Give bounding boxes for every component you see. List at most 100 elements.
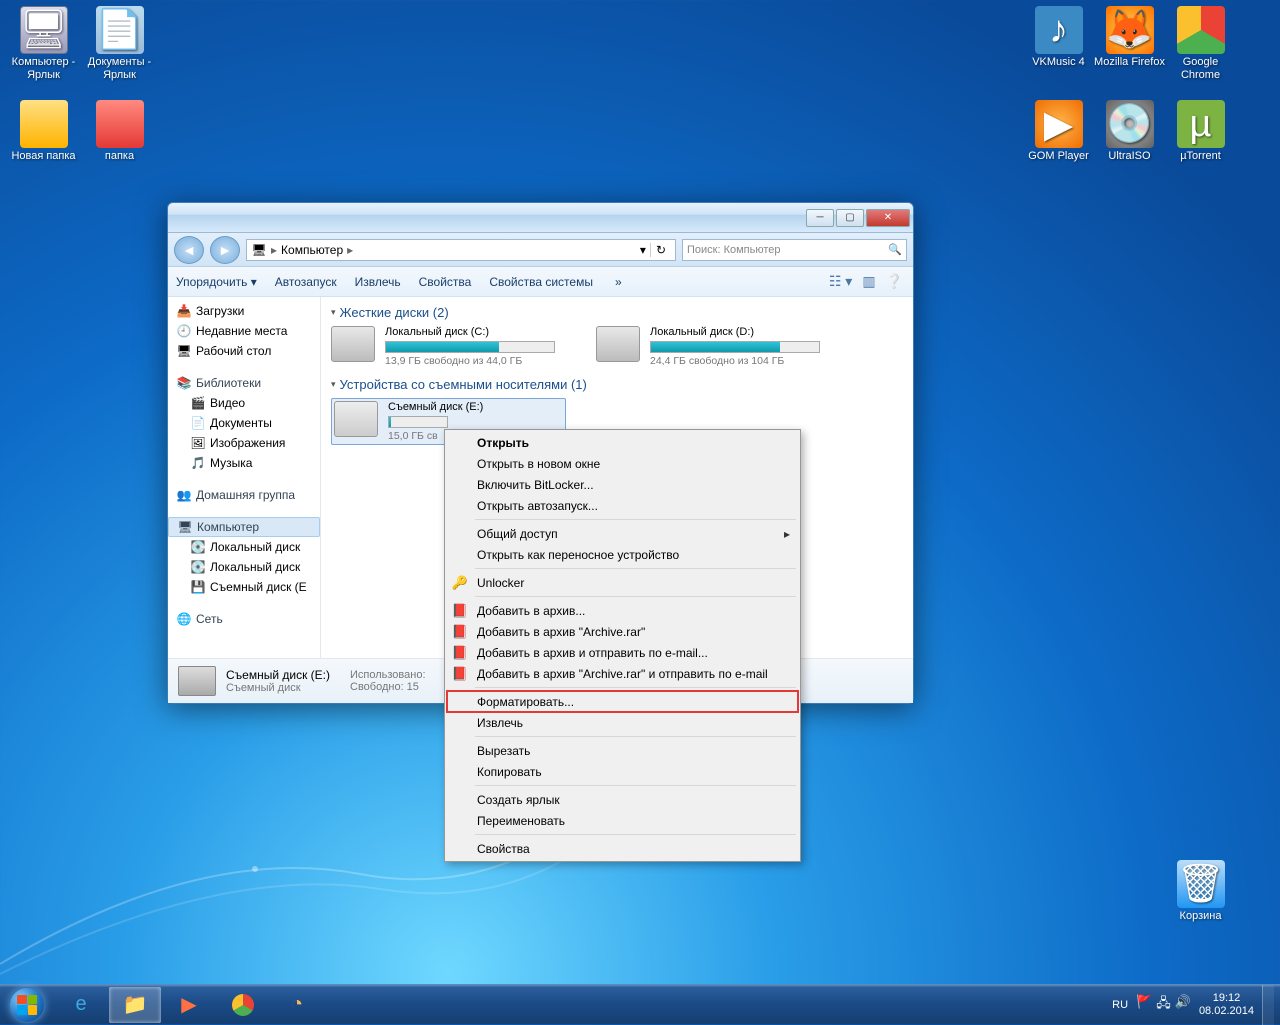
- sidebar-item-drive-c[interactable]: 💽Локальный диск: [168, 537, 320, 557]
- sidebar-item-downloads[interactable]: 📥Загрузки: [168, 301, 320, 321]
- context-item-icon: 📕: [451, 665, 469, 683]
- hdd-icon: [331, 326, 375, 362]
- maximize-button[interactable]: ▢: [836, 209, 864, 227]
- removable-icon: [178, 666, 216, 696]
- taskbar-media[interactable]: ▶: [163, 987, 215, 1023]
- context-item[interactable]: Общий доступ▸: [447, 523, 798, 544]
- start-button[interactable]: [0, 985, 54, 1025]
- group-removable[interactable]: Устройства со съемными носителями (1): [331, 377, 903, 392]
- sidebar-item-drive-d[interactable]: 💽Локальный диск: [168, 557, 320, 577]
- show-desktop-button[interactable]: [1262, 985, 1274, 1025]
- properties-button[interactable]: Свойства: [419, 275, 472, 289]
- utorrent-icon: µ: [1177, 100, 1225, 148]
- gom-icon: ▶: [1035, 100, 1083, 148]
- back-button[interactable]: ◄: [174, 236, 204, 264]
- context-item[interactable]: Копировать: [447, 761, 798, 782]
- close-button[interactable]: ✕: [866, 209, 910, 227]
- sidebar-libraries[interactable]: 📚Библиотеки: [168, 373, 320, 393]
- help-button[interactable]: ❔: [886, 273, 903, 290]
- dropdown-icon[interactable]: ▾: [640, 243, 646, 257]
- context-item[interactable]: Переименовать: [447, 810, 798, 831]
- context-item[interactable]: 🔑Unlocker: [447, 572, 798, 593]
- tray-clock[interactable]: 19:1208.02.2014: [1199, 992, 1254, 1018]
- usb-icon: 💾: [190, 579, 206, 595]
- tray-network-icon[interactable]: 🖧: [1156, 994, 1171, 1016]
- drive-c[interactable]: Локальный диск (C:)13,9 ГБ свободно из 4…: [331, 326, 566, 367]
- more-button[interactable]: »: [615, 275, 622, 289]
- computer-icon: 🖥: [177, 519, 193, 535]
- context-item[interactable]: Вырезать: [447, 740, 798, 761]
- context-item[interactable]: Открыть: [447, 432, 798, 453]
- context-item[interactable]: 📕Добавить в архив "Archive.rar" и отправ…: [447, 663, 798, 684]
- minimize-button[interactable]: ─: [806, 209, 834, 227]
- address-bar[interactable]: 🖥 ▸ Компьютер ▸ ▾ ↻: [246, 239, 676, 261]
- breadcrumb[interactable]: Компьютер: [281, 243, 343, 257]
- desktop-label: Компьютер - Ярлык: [6, 56, 81, 82]
- sidebar-item-documents[interactable]: 📄Документы: [168, 413, 320, 433]
- sidebar-item-recent[interactable]: 🕘Недавние места: [168, 321, 320, 341]
- sidebar-item-video[interactable]: 🎬Видео: [168, 393, 320, 413]
- recycle-bin-icon: 🗑: [1177, 860, 1225, 908]
- recent-icon: 🕘: [176, 323, 192, 339]
- taskbar-app[interactable]: ◔: [271, 987, 323, 1023]
- sidebar-item-drive-e[interactable]: 💾Съемный диск (E: [168, 577, 320, 597]
- organize-button[interactable]: Упорядочить ▾: [176, 275, 257, 289]
- computer-icon: 🖥: [20, 6, 68, 54]
- taskbar: e 📁 ▶ ◔ RU 🚩 🖧 🔊 19:1208.02.2014: [0, 984, 1280, 1024]
- desktop-icon-utorrent[interactable]: µµTorrent: [1163, 100, 1238, 163]
- preview-button[interactable]: ▥: [862, 273, 875, 290]
- sidebar-item-images[interactable]: 🖼Изображения: [168, 433, 320, 453]
- context-item[interactable]: Форматировать...: [447, 691, 798, 712]
- desktop-icon-firefox[interactable]: 🦊Mozilla Firefox: [1092, 6, 1167, 69]
- context-item[interactable]: Включить BitLocker...: [447, 474, 798, 495]
- sidebar-computer[interactable]: 🖥Компьютер: [168, 517, 320, 537]
- view-button[interactable]: ☷ ▾: [829, 273, 852, 290]
- desktop-icon-computer[interactable]: 🖥Компьютер - Ярлык: [6, 6, 81, 82]
- drive-d[interactable]: Локальный диск (D:)24,4 ГБ свободно из 1…: [596, 326, 831, 367]
- vkmusic-icon: ♪: [1035, 6, 1083, 54]
- desktop-icon-gom[interactable]: ▶GOM Player: [1021, 100, 1096, 163]
- sidebar-item-music[interactable]: 🎵Музыка: [168, 453, 320, 473]
- desktop-label: папка: [82, 150, 157, 163]
- tray-flag-icon[interactable]: 🚩: [1136, 994, 1152, 1016]
- refresh-button[interactable]: ↻: [650, 243, 671, 257]
- context-item[interactable]: 📕Добавить в архив и отправить по e-mail.…: [447, 642, 798, 663]
- desktop-icon-ultraiso[interactable]: 💿UltraISO: [1092, 100, 1167, 163]
- forward-button[interactable]: ►: [210, 236, 240, 264]
- hdd-icon: 💽: [190, 539, 206, 555]
- context-item[interactable]: Открыть автозапуск...: [447, 495, 798, 516]
- taskbar-explorer[interactable]: 📁: [109, 987, 161, 1023]
- sysprops-button[interactable]: Свойства системы: [489, 275, 593, 289]
- sidebar-item-desktop[interactable]: 🖥Рабочий стол: [168, 341, 320, 361]
- toolbar: Упорядочить ▾ Автозапуск Извлечь Свойств…: [168, 267, 913, 297]
- taskbar-chrome[interactable]: [217, 987, 269, 1023]
- sidebar-homegroup[interactable]: 👥Домашняя группа: [168, 485, 320, 505]
- desktop-icon-documents[interactable]: 📄Документы - Ярлык: [82, 6, 157, 82]
- context-separator: [475, 785, 796, 786]
- context-item[interactable]: Открыть в новом окне: [447, 453, 798, 474]
- context-item[interactable]: 📕Добавить в архив "Archive.rar": [447, 621, 798, 642]
- titlebar[interactable]: ─ ▢ ✕: [168, 203, 913, 233]
- context-item[interactable]: Создать ярлык: [447, 789, 798, 810]
- autorun-button[interactable]: Автозапуск: [275, 275, 337, 289]
- desktop-icon-newfolder[interactable]: Новая папка: [6, 100, 81, 163]
- tray-volume-icon[interactable]: 🔊: [1175, 994, 1191, 1016]
- libraries-icon: 📚: [176, 375, 192, 391]
- desktop-icon-recyclebin[interactable]: 🗑Корзина: [1163, 860, 1238, 923]
- desktop-icon-folder[interactable]: папка: [82, 100, 157, 163]
- context-item[interactable]: Свойства: [447, 838, 798, 859]
- context-separator: [475, 687, 796, 688]
- taskbar-ie[interactable]: e: [55, 987, 107, 1023]
- context-item[interactable]: Извлечь: [447, 712, 798, 733]
- context-item[interactable]: 📕Добавить в архив...: [447, 600, 798, 621]
- context-item[interactable]: Открыть как переносное устройство: [447, 544, 798, 565]
- eject-button[interactable]: Извлечь: [355, 275, 401, 289]
- context-item-icon: 📕: [451, 602, 469, 620]
- desktop-icon-vkmusic[interactable]: ♪VKMusic 4: [1021, 6, 1096, 69]
- desktop-icon-chrome[interactable]: Google Chrome: [1163, 6, 1238, 82]
- sidebar-network[interactable]: 🌐Сеть: [168, 609, 320, 629]
- hdd-icon: 💽: [190, 559, 206, 575]
- group-hard-drives[interactable]: Жесткие диски (2): [331, 305, 903, 320]
- tray-lang[interactable]: RU: [1112, 999, 1128, 1011]
- search-input[interactable]: Поиск: Компьютер🔍: [682, 239, 907, 261]
